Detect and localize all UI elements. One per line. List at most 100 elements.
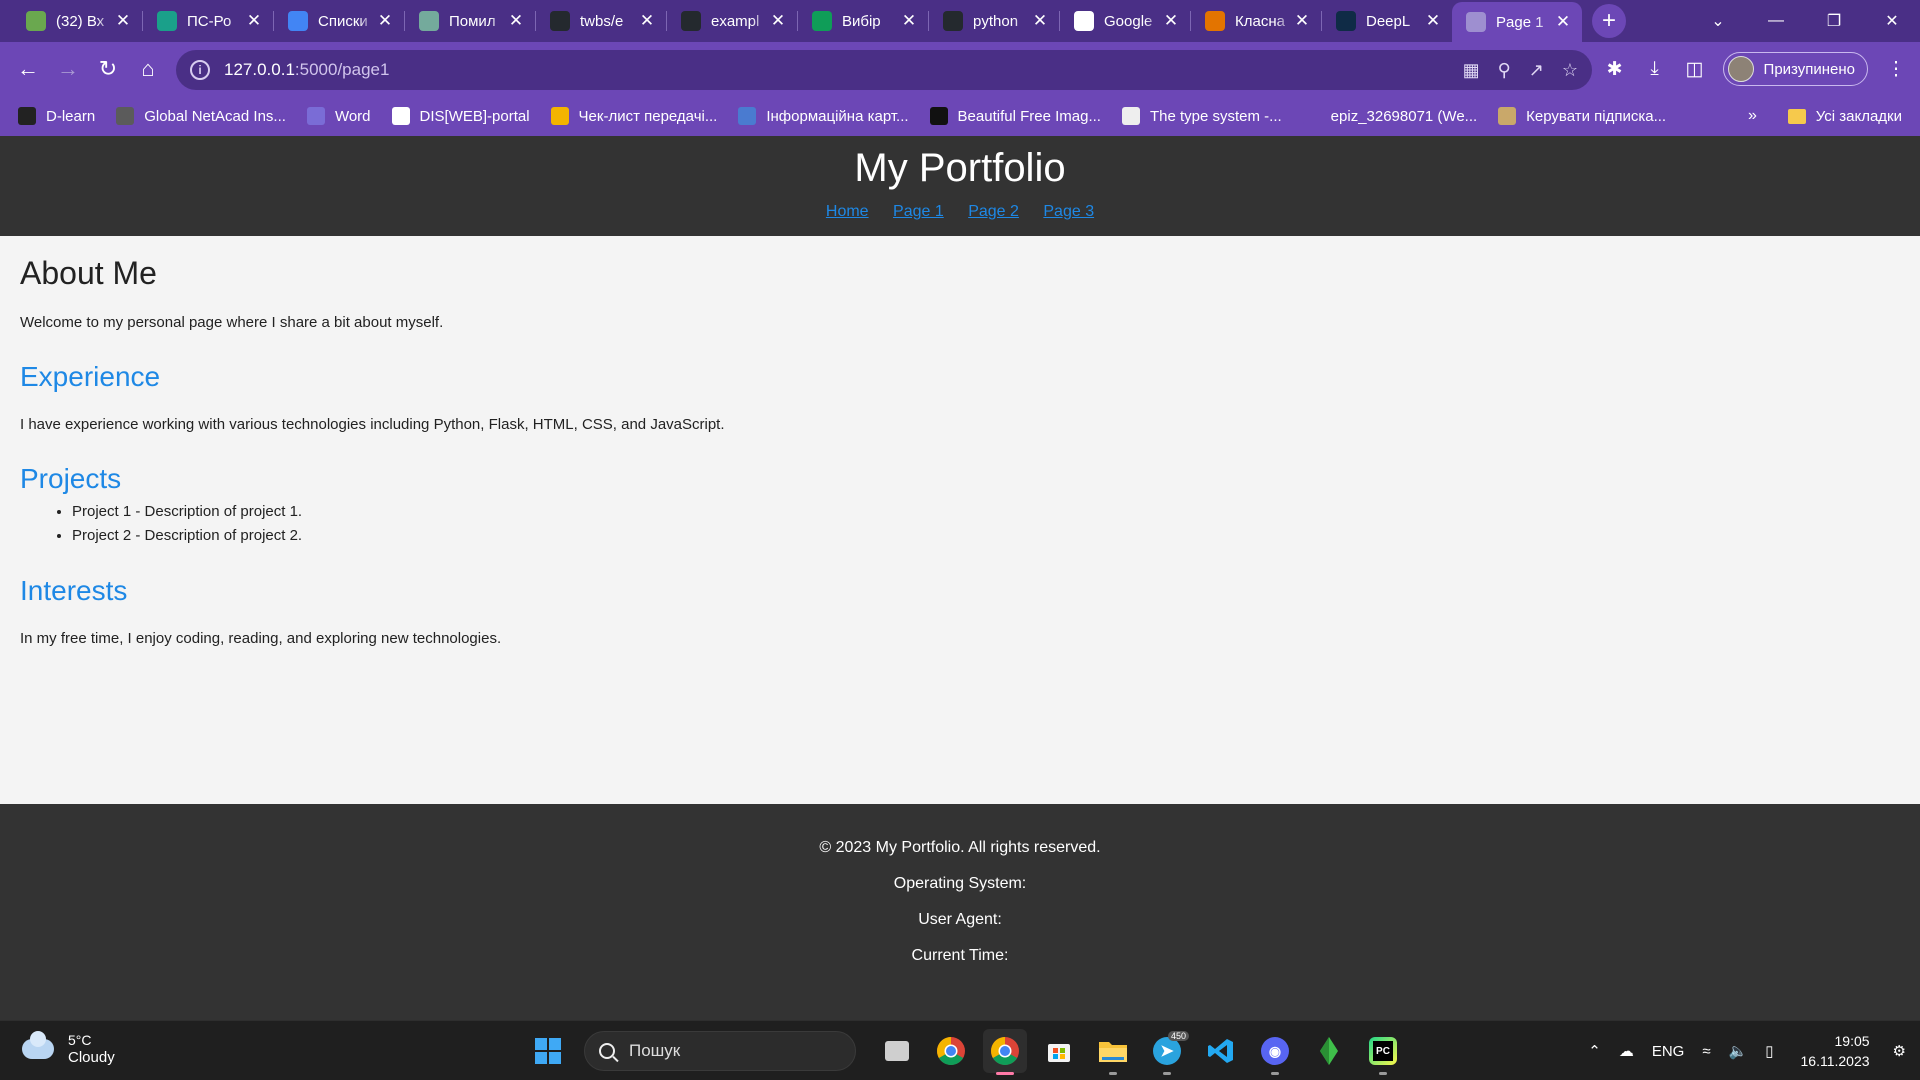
bookmarks-bar: D-learn Global NetAcad Ins... Word DIS[WEB]… bbox=[0, 96, 1920, 136]
tab-12[interactable]: Page 1 ✕ bbox=[1452, 2, 1582, 42]
bookmark-favicon-icon bbox=[929, 107, 948, 125]
tab-7[interactable]: Вибір ✕ bbox=[798, 0, 928, 42]
tab-10[interactable]: Класна ✕ bbox=[1191, 0, 1321, 42]
close-icon[interactable]: ✕ bbox=[376, 11, 394, 31]
pycharm-icon[interactable]: PC bbox=[1361, 1029, 1405, 1075]
side-panel-icon[interactable]: ◫ bbox=[1675, 49, 1715, 89]
restore-button[interactable]: ❐ bbox=[1806, 0, 1862, 42]
site-header: My Portfolio Home Page 1 Page 2 Page 3 bbox=[0, 136, 1920, 236]
search-placeholder: Пошук bbox=[629, 1041, 681, 1060]
bookmark-item[interactable]: Global NetAcad Ins... bbox=[116, 107, 286, 125]
close-icon[interactable]: ✕ bbox=[1293, 11, 1311, 31]
github-icon bbox=[550, 11, 570, 31]
tab-1[interactable]: (32) Вх ✕ bbox=[12, 0, 142, 42]
taskbar-search-input[interactable]: Пошук bbox=[584, 1031, 856, 1071]
chart-icon bbox=[157, 11, 177, 31]
tab-title: ПС-Ро bbox=[187, 12, 232, 30]
language-indicator[interactable]: ENG bbox=[1652, 1043, 1685, 1060]
notifications-icon[interactable]: ⚙ bbox=[1893, 1042, 1906, 1060]
bookmark-item[interactable]: Чек-лист передачі... bbox=[550, 107, 717, 125]
tab-5[interactable]: twbs/e ✕ bbox=[536, 0, 666, 42]
close-icon[interactable]: ✕ bbox=[1424, 11, 1442, 31]
translate-icon[interactable]: ▦ bbox=[1463, 60, 1480, 81]
all-bookmarks-label: Усі закладки bbox=[1815, 107, 1902, 125]
tab-4[interactable]: Помил ✕ bbox=[405, 0, 535, 42]
close-icon[interactable]: ✕ bbox=[1031, 11, 1049, 31]
site-nav: Home Page 1 Page 2 Page 3 bbox=[0, 203, 1920, 221]
list-item: Project 2 - Description of project 2. bbox=[72, 524, 1900, 548]
extensions-puzzle-icon[interactable]: ✱ bbox=[1595, 49, 1635, 89]
bookmark-item[interactable]: Beautiful Free Imag... bbox=[929, 107, 1101, 125]
volume-icon[interactable]: 🔈 bbox=[1729, 1042, 1748, 1060]
tab-11[interactable]: DeepL ✕ bbox=[1322, 0, 1452, 42]
tab-6[interactable]: exampl ✕ bbox=[667, 0, 797, 42]
reload-icon[interactable]: ↻ bbox=[88, 49, 128, 89]
minimize-button[interactable]: — bbox=[1748, 0, 1804, 42]
bookmark-star-icon[interactable]: ☆ bbox=[1562, 60, 1578, 81]
tab-search-chevron-icon[interactable]: ⌄ bbox=[1690, 0, 1746, 42]
close-window-button[interactable]: ✕ bbox=[1864, 0, 1920, 42]
bookmarks-overflow-button[interactable]: » bbox=[1748, 96, 1757, 136]
bookmark-item[interactable]: D-learn bbox=[18, 107, 95, 125]
tab-3[interactable]: Списки ✕ bbox=[274, 0, 404, 42]
profile-button[interactable]: Призупинено bbox=[1722, 52, 1868, 86]
tab-2[interactable]: ПС-Ро ✕ bbox=[143, 0, 273, 42]
bookmark-item[interactable]: DIS[WEB]-portal bbox=[391, 107, 530, 125]
bookmark-item[interactable]: Керувати підписка... bbox=[1498, 107, 1666, 125]
chrome-icon[interactable] bbox=[929, 1029, 973, 1073]
weather-widget[interactable]: 5°C Cloudy bbox=[22, 1031, 115, 1067]
tab-9[interactable]: Google ✕ bbox=[1060, 0, 1190, 42]
bookmark-item[interactable]: epiz_32698071 (We... bbox=[1302, 107, 1478, 125]
new-tab-button[interactable]: + bbox=[1592, 4, 1626, 38]
menu-kebab-icon[interactable]: ⋮ bbox=[1876, 49, 1916, 89]
file-explorer-icon[interactable] bbox=[1091, 1029, 1135, 1075]
nav-link-page-2[interactable]: Page 2 bbox=[968, 203, 1019, 220]
telegram-icon[interactable]: ➤ 450 bbox=[1145, 1029, 1189, 1075]
download-icon[interactable]: ⤓ bbox=[1635, 49, 1675, 89]
battery-icon[interactable]: ▯ bbox=[1765, 1042, 1773, 1060]
bookmark-favicon-icon bbox=[306, 107, 325, 125]
task-view-icon[interactable] bbox=[875, 1029, 919, 1073]
chrome-profile-icon[interactable] bbox=[983, 1029, 1027, 1075]
main-content: About Me Welcome to my personal page whe… bbox=[20, 254, 1900, 676]
share-icon[interactable]: ↗ bbox=[1529, 60, 1544, 81]
tray-chevron-up-icon[interactable]: ⌃ bbox=[1588, 1042, 1601, 1060]
vscode-icon[interactable] bbox=[1199, 1029, 1243, 1073]
interests-text: In my free time, I enjoy coding, reading… bbox=[20, 630, 502, 647]
bookmark-label: epiz_32698071 (We... bbox=[1330, 107, 1478, 125]
back-arrow-icon[interactable]: ← bbox=[8, 49, 48, 89]
close-icon[interactable]: ✕ bbox=[1554, 12, 1572, 32]
all-bookmarks-button[interactable]: Усі закладки bbox=[1787, 96, 1902, 136]
address-bar[interactable]: i 127.0.0.1:5000/page1 ▦ ⚲ ↗ ☆ bbox=[176, 50, 1592, 90]
bookmark-item[interactable]: The type system -... bbox=[1121, 107, 1282, 125]
site-info-icon[interactable]: i bbox=[190, 60, 210, 80]
sims-diamond-icon[interactable] bbox=[1307, 1029, 1351, 1073]
zoom-icon[interactable]: ⚲ bbox=[1498, 60, 1511, 81]
system-tray: ⌃ ☁ ENG ≈ 🔈 ▯ 19:05 16.11.2023 ⚙ bbox=[1579, 1021, 1920, 1080]
nav-link-home[interactable]: Home bbox=[826, 203, 869, 220]
close-icon[interactable]: ✕ bbox=[769, 11, 787, 31]
start-windows-icon[interactable] bbox=[526, 1029, 570, 1073]
close-icon[interactable]: ✕ bbox=[114, 11, 132, 31]
microsoft-store-icon[interactable] bbox=[1037, 1029, 1081, 1073]
close-icon[interactable]: ✕ bbox=[638, 11, 656, 31]
tab-8[interactable]: python ✕ bbox=[929, 0, 1059, 42]
forward-arrow-icon[interactable]: → bbox=[48, 49, 88, 89]
close-icon[interactable]: ✕ bbox=[507, 11, 525, 31]
clock[interactable]: 19:05 16.11.2023 bbox=[1801, 1031, 1870, 1071]
home-icon[interactable]: ⌂ bbox=[128, 49, 168, 89]
onedrive-cloud-icon[interactable]: ☁ bbox=[1619, 1042, 1634, 1060]
wifi-icon[interactable]: ≈ bbox=[1702, 1043, 1710, 1060]
bookmark-item[interactable]: Word bbox=[306, 107, 371, 125]
close-icon[interactable]: ✕ bbox=[245, 11, 263, 31]
nav-link-page-1[interactable]: Page 1 bbox=[893, 203, 944, 220]
close-icon[interactable]: ✕ bbox=[900, 11, 918, 31]
nav-link-page-3[interactable]: Page 3 bbox=[1043, 203, 1094, 220]
discord-icon[interactable]: ◉ bbox=[1253, 1029, 1297, 1075]
close-icon[interactable]: ✕ bbox=[1162, 11, 1180, 31]
github-icon bbox=[681, 11, 701, 31]
weather-condition: Cloudy bbox=[68, 1049, 115, 1066]
tab-title: Помил bbox=[449, 12, 496, 30]
windows-taskbar: 5°C Cloudy Пошук ➤ 450 ◉ PC ⌃ ☁ ENG ≈ 🔈 … bbox=[0, 1020, 1920, 1080]
bookmark-item[interactable]: Інформаційна карт... bbox=[738, 107, 909, 125]
